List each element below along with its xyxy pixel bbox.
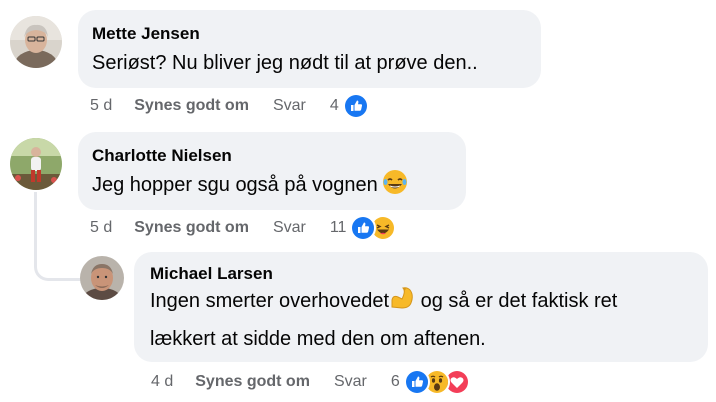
comment-actions: 5 d Synes godt om Svar 4	[90, 93, 369, 119]
laughing-tears-emoji-icon	[382, 169, 408, 206]
like-reaction-icon	[403, 369, 430, 395]
like-button[interactable]: Synes godt om	[134, 97, 249, 115]
reply-thread-line	[34, 192, 81, 281]
avatar-mette-jensen[interactable]	[10, 16, 62, 68]
reaction-count[interactable]: 11	[330, 219, 347, 237]
comment-author[interactable]: Michael Larsen	[150, 264, 692, 284]
comment-text: Ingen smerter overhovedet	[150, 290, 390, 312]
comment-text-line: Ingen smerter overhovedet og så er det f…	[150, 284, 692, 322]
like-reaction-icon	[350, 215, 377, 241]
flexed-biceps-emoji-icon	[389, 285, 415, 322]
reply-bubble: Michael Larsen Ingen smerter overhovedet…	[134, 252, 708, 362]
like-button[interactable]: Synes godt om	[195, 373, 310, 391]
reaction-icons[interactable]	[403, 369, 470, 395]
reply-button[interactable]: Svar	[273, 97, 306, 115]
avatar-charlotte-nielsen[interactable]	[10, 138, 62, 190]
like-reaction-icon	[342, 93, 369, 119]
comment-text: Seriøst? Nu bliver jeg nødt til at prøve…	[92, 52, 478, 74]
comment-bubble: Charlotte Nielsen Jeg hopper sgu også på…	[78, 132, 466, 210]
comment-bubble: Mette Jensen Seriøst? Nu bliver jeg nødt…	[78, 10, 541, 88]
comment-author[interactable]: Charlotte Nielsen	[92, 146, 452, 166]
reaction-icons[interactable]	[342, 93, 369, 119]
comment-text-line: Jeg hopper sgu også på vognen	[92, 168, 452, 206]
reaction-count[interactable]: 4	[330, 97, 339, 115]
reaction-icons[interactable]	[350, 215, 397, 241]
reply-button[interactable]: Svar	[334, 373, 367, 391]
comment-text: Jeg hopper sgu også på vognen	[92, 174, 378, 196]
comment-timestamp[interactable]: 5 d	[90, 219, 112, 237]
comment-text-continued: og så er det faktisk ret	[415, 290, 618, 312]
comment-actions: 4 d Synes godt om Svar 6	[151, 369, 470, 395]
comment-timestamp[interactable]: 4 d	[151, 373, 173, 391]
reaction-count[interactable]: 6	[391, 373, 400, 391]
comment-timestamp[interactable]: 5 d	[90, 97, 112, 115]
comment-actions: 5 d Synes godt om Svar 11	[90, 215, 397, 241]
comment-text: lækkert at sidde med den om aftenen.	[150, 328, 486, 350]
reply-button[interactable]: Svar	[273, 219, 306, 237]
avatar-michael-larsen[interactable]	[80, 256, 124, 300]
comment-thread: Mette Jensen Seriøst? Nu bliver jeg nødt…	[0, 0, 716, 402]
comment-author[interactable]: Mette Jensen	[92, 24, 527, 44]
like-button[interactable]: Synes godt om	[134, 219, 249, 237]
